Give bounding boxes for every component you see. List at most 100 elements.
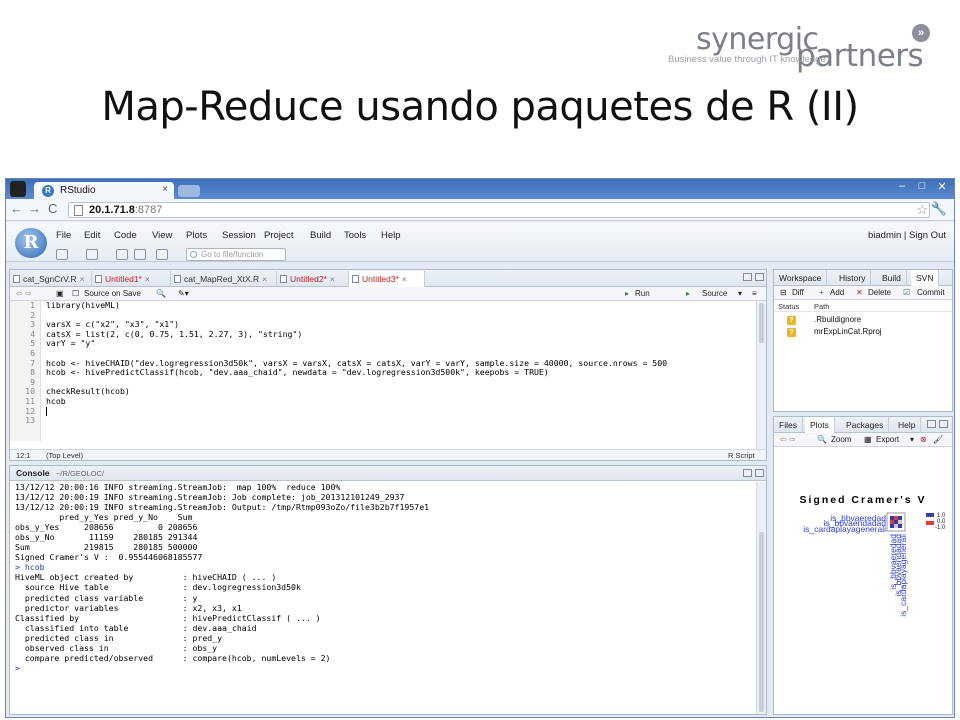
- file-type[interactable]: R Script: [728, 451, 755, 460]
- scope-indicator[interactable]: (Top Level): [46, 451, 83, 460]
- sign-out-link[interactable]: Sign Out: [909, 230, 946, 241]
- menu-code[interactable]: Code: [114, 230, 137, 241]
- menu-edit[interactable]: Edit: [84, 230, 100, 241]
- back-button[interactable]: ←: [10, 201, 23, 216]
- col-path[interactable]: Path: [814, 302, 829, 311]
- editor-menu-icon[interactable]: ≡: [752, 289, 757, 298]
- goto-file-input[interactable]: Go to file/function: [186, 248, 286, 261]
- bookmark-star-icon[interactable]: ☆: [916, 202, 928, 218]
- tab-close-icon[interactable]: ×: [162, 184, 168, 195]
- console-output[interactable]: 13/12/12 20:00:16 INFO streaming.StreamJ…: [15, 482, 753, 714]
- save-icon[interactable]: [116, 249, 128, 260]
- cursor-position: 12:1: [16, 451, 31, 460]
- new-file-icon[interactable]: [56, 249, 68, 260]
- close-icon[interactable]: ×: [262, 274, 267, 284]
- zoom-button[interactable]: Zoom: [831, 435, 851, 444]
- back-arrow-icon[interactable]: ⇦ ⇨: [16, 289, 32, 298]
- tab-help[interactable]: Help: [893, 417, 922, 433]
- remove-plot-icon[interactable]: ⊗: [920, 435, 927, 444]
- editor-tab-untitled1[interactable]: Untitled1* ×: [92, 271, 171, 287]
- tab-svn[interactable]: SVN: [911, 270, 940, 286]
- diff-button[interactable]: Diff: [792, 288, 804, 297]
- heatmap-cell: [890, 524, 894, 528]
- wrench-menu-icon[interactable]: 🔧: [931, 201, 947, 217]
- window-close-button[interactable]: ✕: [934, 180, 950, 193]
- new-tab-button[interactable]: [178, 185, 200, 197]
- console-scrollbar[interactable]: [756, 482, 766, 714]
- maximize-button[interactable]: □: [914, 180, 930, 192]
- tab-files[interactable]: Files: [774, 417, 803, 433]
- code-line[interactable]: hcob <- hivePredictClassif(hcob, "dev.aa…: [46, 368, 667, 378]
- save-icon[interactable]: ▣: [56, 289, 64, 298]
- source-on-save-checkbox[interactable]: ☐: [72, 289, 79, 298]
- close-icon[interactable]: ×: [145, 274, 150, 284]
- browser-tab-title: RStudio: [60, 185, 96, 196]
- menu-help[interactable]: Help: [381, 230, 401, 241]
- open-project-icon[interactable]: [86, 249, 98, 260]
- chevron-down-icon[interactable]: ▾: [910, 435, 914, 444]
- code-area[interactable]: 1 2 3 4 5 6 7 8 9 10 11 12 13 library(hiveML) varsX =…: [10, 301, 756, 441]
- reload-button[interactable]: C: [48, 201, 57, 216]
- browser-tab-rstudio[interactable]: R RStudio ×: [34, 182, 174, 199]
- code-line[interactable]: catsX = list(2, c(0, 0.75, 1.51, 2.27, 3…: [46, 329, 667, 340]
- tab-plots[interactable]: Plots: [805, 417, 835, 433]
- tab-build[interactable]: Build: [877, 270, 907, 286]
- menu-session[interactable]: Session: [222, 230, 256, 241]
- minimize-button[interactable]: –: [894, 180, 910, 192]
- editor-tab-cat-sgncrv[interactable]: cat_SgnCrV.R ×: [10, 271, 92, 287]
- menu-file[interactable]: File: [56, 230, 71, 241]
- tab-packages[interactable]: Packages: [841, 417, 890, 433]
- code-line[interactable]: [46, 378, 667, 388]
- maximize-pane-icon[interactable]: [755, 273, 764, 281]
- close-icon[interactable]: ×: [80, 274, 85, 284]
- editor-tab-untitled3[interactable]: Untitled3* ×: [349, 271, 425, 287]
- source-icon: ▸: [686, 289, 691, 298]
- menu-build[interactable]: Build: [310, 230, 331, 241]
- code-line[interactable]: hcob: [46, 396, 667, 407]
- maximize-pane-icon[interactable]: [939, 420, 948, 428]
- forward-button[interactable]: →: [28, 201, 41, 216]
- print-icon[interactable]: [156, 249, 168, 260]
- menu-project[interactable]: Project: [264, 230, 294, 241]
- code-line[interactable]: [46, 406, 667, 417]
- add-button[interactable]: Add: [830, 288, 844, 297]
- delete-button[interactable]: Delete: [868, 288, 891, 297]
- chevron-down-icon[interactable]: ▾: [738, 289, 742, 298]
- svn-file-row[interactable]: ? .Rbuildignore: [774, 315, 952, 327]
- export-button[interactable]: Export: [876, 435, 899, 444]
- scrollbar-thumb[interactable]: [759, 532, 764, 712]
- plot-nav-arrows-icon[interactable]: ⇦ ⇨: [780, 435, 796, 444]
- minimize-pane-icon[interactable]: [743, 273, 752, 281]
- code-line[interactable]: varY = "y": [46, 339, 667, 349]
- close-icon[interactable]: ×: [402, 274, 407, 284]
- svn-file-row[interactable]: ? mrExpLinCat.Rproj: [774, 327, 952, 339]
- menu-view[interactable]: View: [152, 230, 172, 241]
- find-icon[interactable]: 🔍: [156, 289, 166, 298]
- code-line[interactable]: checkResult(hcob): [46, 387, 667, 397]
- console-line: obs_y_No 11159 280185 291344: [15, 532, 198, 543]
- tab-history[interactable]: History: [834, 270, 872, 286]
- editor-tab-untitled2[interactable]: Untitled2* ×: [277, 271, 349, 287]
- col-status[interactable]: Status: [778, 302, 799, 311]
- commit-button[interactable]: Commit: [917, 288, 945, 297]
- editor-scrollbar[interactable]: [756, 301, 766, 450]
- run-button[interactable]: Run: [635, 289, 650, 298]
- minimize-pane-icon[interactable]: [927, 420, 936, 428]
- save-all-icon[interactable]: [134, 249, 146, 260]
- scrollbar-thumb[interactable]: [759, 303, 764, 343]
- maximize-pane-icon[interactable]: [755, 469, 764, 477]
- code-line[interactable]: [46, 416, 667, 426]
- menu-plots[interactable]: Plots: [186, 230, 207, 241]
- tab-workspace[interactable]: Workspace: [774, 270, 828, 286]
- code-lines[interactable]: library(hiveML) varsX = c("x2", "x3", "x1…: [46, 301, 667, 426]
- heatmap-cell: [890, 520, 894, 524]
- code-tools-icon[interactable]: ✎▾: [178, 289, 189, 298]
- source-button[interactable]: Source: [702, 289, 727, 298]
- menu-tools[interactable]: Tools: [344, 230, 366, 241]
- editor-tab-cat-mapred[interactable]: cat_MapRed_XtX.R ×: [171, 271, 277, 287]
- minimize-pane-icon[interactable]: [743, 469, 752, 477]
- address-bar[interactable]: 20.1.71.8:8787: [68, 202, 930, 218]
- close-icon[interactable]: ×: [330, 274, 335, 284]
- code-line[interactable]: library(hiveML): [46, 301, 667, 311]
- clear-plots-icon[interactable]: 🖌: [933, 435, 943, 444]
